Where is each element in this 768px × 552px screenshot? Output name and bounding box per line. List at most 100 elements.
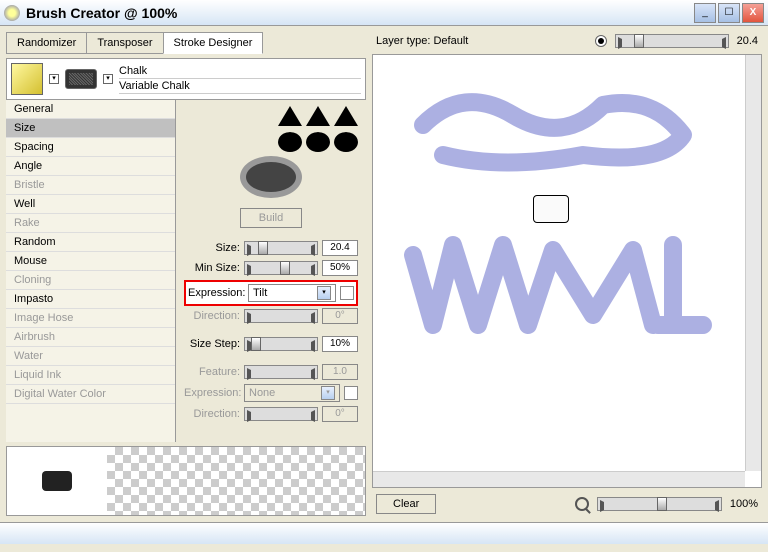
maximize-button[interactable]: ☐ <box>718 3 740 23</box>
canvas[interactable] <box>372 54 762 488</box>
shape-4[interactable] <box>278 132 302 152</box>
shape-3[interactable] <box>334 106 358 126</box>
shape-row-2 <box>184 132 358 152</box>
sizestep-value[interactable]: 10% <box>322 336 358 352</box>
shape-1[interactable] <box>278 106 302 126</box>
expression2-label: Expression: <box>184 387 240 399</box>
zoom-value: 100% <box>730 498 758 510</box>
size-value[interactable]: 20.4 <box>322 240 358 256</box>
cat-general[interactable]: General <box>6 100 175 119</box>
brush-variant-name: Variable Chalk <box>119 79 361 94</box>
cat-image-hose[interactable]: Image Hose <box>6 309 175 328</box>
brush-header: ▾ ▾ Chalk Variable Chalk <box>6 58 366 100</box>
mid-row: General Size Spacing Angle Bristle Well … <box>6 100 366 442</box>
vertical-scrollbar[interactable] <box>745 55 761 471</box>
cat-digital-water[interactable]: Digital Water Color <box>6 385 175 404</box>
brush-variant-dropdown-icon[interactable]: ▾ <box>103 74 113 84</box>
tab-randomizer[interactable]: Randomizer <box>6 32 87 54</box>
shape-row-1 <box>184 106 358 126</box>
top-size-slider[interactable] <box>615 34 728 48</box>
tab-transposer[interactable]: Transposer <box>86 32 163 54</box>
build-button: Build <box>240 208 302 228</box>
clear-button[interactable]: Clear <box>376 494 436 514</box>
shape-5[interactable] <box>306 132 330 152</box>
shape-2[interactable] <box>306 106 330 126</box>
cat-bristle[interactable]: Bristle <box>6 176 175 195</box>
shape-6[interactable] <box>334 132 358 152</box>
row-minsize: Min Size: 50% <box>184 260 358 276</box>
bottom-preview <box>6 446 366 516</box>
cat-angle[interactable]: Angle <box>6 157 175 176</box>
horizontal-scrollbar[interactable] <box>373 471 745 487</box>
row-size: Size: 20.4 <box>184 240 358 256</box>
cat-airbrush[interactable]: Airbrush <box>6 328 175 347</box>
stroke-preview <box>107 447 365 515</box>
expression2-value: None <box>249 387 275 399</box>
window-title: Brush Creator @ 100% <box>26 5 694 21</box>
cat-impasto[interactable]: Impasto <box>6 290 175 309</box>
app-icon <box>4 5 20 21</box>
minsize-value[interactable]: 50% <box>322 260 358 276</box>
row-expression2: Expression: None ▾ <box>184 384 358 402</box>
tab-stroke-designer[interactable]: Stroke Designer <box>163 32 264 54</box>
brush-category-dropdown-icon[interactable]: ▾ <box>49 74 59 84</box>
right-pane: Layer type: Default 20.4 Clear 100% <box>372 32 762 516</box>
expression-label: Expression: <box>188 287 244 299</box>
close-button[interactable]: X <box>742 3 764 23</box>
tabs: Randomizer Transposer Stroke Designer <box>6 32 366 54</box>
stroke-sample-2 <box>393 225 723 345</box>
minsize-slider[interactable] <box>244 261 318 275</box>
titlebar: Brush Creator @ 100% _ ☐ X <box>0 0 768 26</box>
direction2-value: 0° <box>322 406 358 422</box>
direction-value: 0° <box>322 308 358 324</box>
expression-value: Tilt <box>253 287 267 299</box>
row-sizestep: Size Step: 10% <box>184 336 358 352</box>
row-feature: Feature: 1.0 <box>184 364 358 380</box>
minsize-label: Min Size: <box>184 262 240 274</box>
cat-water[interactable]: Water <box>6 347 175 366</box>
stroke-sample-1 <box>403 75 703 185</box>
dab-mark <box>42 471 72 491</box>
cat-liquid-ink[interactable]: Liquid Ink <box>6 366 175 385</box>
direction2-slider <box>244 407 318 421</box>
layertype-radio[interactable] <box>595 35 607 47</box>
direction-slider <box>244 309 318 323</box>
expression2-checkbox <box>344 386 358 400</box>
footer: Clear 100% <box>372 492 762 516</box>
cat-random[interactable]: Random <box>6 233 175 252</box>
cat-size[interactable]: Size <box>6 119 175 138</box>
cat-mouse[interactable]: Mouse <box>6 252 175 271</box>
cat-spacing[interactable]: Spacing <box>6 138 175 157</box>
statusbar <box>0 522 768 544</box>
zoom-icon <box>575 497 589 511</box>
sizestep-slider[interactable] <box>244 337 318 351</box>
direction-label: Direction: <box>184 310 240 322</box>
row-direction2: Direction: 0° <box>184 406 358 422</box>
expression2-dropdown: None ▾ <box>244 384 340 402</box>
sizestep-label: Size Step: <box>184 338 240 350</box>
layertype-label: Layer type: Default <box>376 35 468 47</box>
zoom-slider[interactable] <box>597 497 722 511</box>
brush-category-icon[interactable] <box>11 63 43 95</box>
dropdown-arrow-icon: ▾ <box>321 386 335 400</box>
brush-name: Chalk <box>119 64 361 79</box>
properties-pane: Build Size: 20.4 Min Size: 50% Expressio… <box>176 100 366 442</box>
layertype-row: Layer type: Default 20.4 <box>372 32 762 50</box>
cat-cloning[interactable]: Cloning <box>6 271 175 290</box>
feature-value: 1.0 <box>322 364 358 380</box>
size-slider[interactable] <box>244 241 318 255</box>
row-direction: Direction: 0° <box>184 308 358 324</box>
cat-rake[interactable]: Rake <box>6 214 175 233</box>
minimize-button[interactable]: _ <box>694 3 716 23</box>
size-label: Size: <box>184 242 240 254</box>
expression-dropdown[interactable]: Tilt ▾ <box>248 284 336 302</box>
expression-checkbox[interactable] <box>340 286 354 300</box>
cat-well[interactable]: Well <box>6 195 175 214</box>
shape-preview <box>246 162 296 192</box>
direction2-label: Direction: <box>184 408 240 420</box>
content: Randomizer Transposer Stroke Designer ▾ … <box>0 26 768 522</box>
brush-variant-icon[interactable] <box>65 69 97 89</box>
brush-cursor <box>533 195 569 223</box>
feature-slider <box>244 365 318 379</box>
dab-preview <box>7 447 107 515</box>
